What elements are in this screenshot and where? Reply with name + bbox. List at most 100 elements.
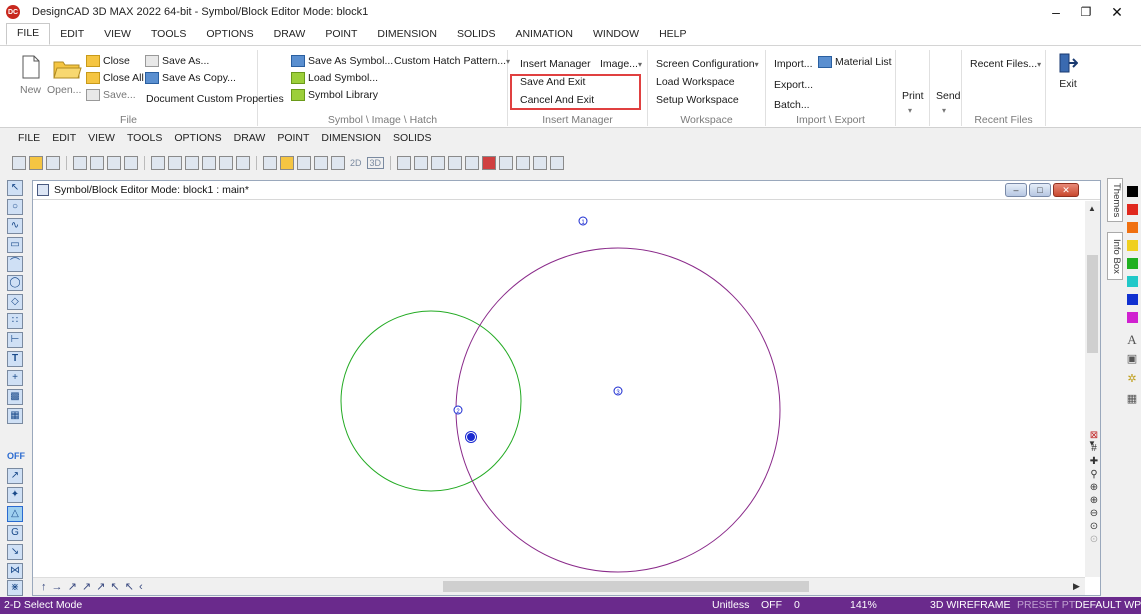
- text-tool-icon[interactable]: T: [7, 351, 23, 367]
- secondary-menu-draw[interactable]: DRAW: [228, 132, 272, 144]
- secondary-menu-file[interactable]: FILE: [12, 132, 46, 144]
- select-icon[interactable]: [297, 156, 311, 170]
- horizontal-scroll-thumb[interactable]: [443, 581, 809, 592]
- pause-icon[interactable]: [397, 156, 412, 170]
- layer-icon[interactable]: ▦: [1125, 392, 1139, 406]
- color-swatch-yellow[interactable]: [1127, 240, 1138, 251]
- select-arrow-icon[interactable]: [499, 156, 514, 170]
- select-tool-icon[interactable]: ↖: [7, 180, 23, 196]
- load-symbol-button[interactable]: Load Symbol...: [291, 72, 378, 84]
- status-render-mode[interactable]: 3D WIREFRAME: [930, 599, 1011, 611]
- setup-workspace-button[interactable]: Setup Workspace: [656, 94, 739, 106]
- exit-button[interactable]: Exit: [1058, 52, 1078, 90]
- image-button[interactable]: Image...: [600, 58, 642, 70]
- send-button[interactable]: Send: [936, 90, 961, 102]
- tab-file[interactable]: FILE: [6, 23, 51, 45]
- zoom-in-icon[interactable]: ⊕: [1085, 482, 1103, 494]
- close-view-icon[interactable]: ⊠: [1085, 430, 1103, 442]
- angle-snap-icon[interactable]: [465, 156, 480, 170]
- material-list-button[interactable]: Material List: [818, 56, 892, 68]
- wand-tool-icon[interactable]: ✦: [7, 487, 23, 503]
- secondary-menu-point[interactable]: POINT: [271, 132, 315, 144]
- tab-solids[interactable]: SOLIDS: [447, 25, 506, 45]
- secondary-menu-edit[interactable]: EDIT: [46, 132, 82, 144]
- zoom-window-icon[interactable]: ⊙: [1085, 521, 1103, 533]
- help-icon[interactable]: [550, 156, 565, 170]
- insert-manager-button[interactable]: Insert Manager: [520, 58, 591, 70]
- status-workplane[interactable]: DEFAULT WP: [1075, 599, 1141, 611]
- pan-icon[interactable]: ✚: [1085, 456, 1103, 468]
- doc-minimize-button[interactable]: –: [1005, 183, 1027, 197]
- secondary-menu-options[interactable]: OPTIONS: [168, 132, 227, 144]
- print-preview-icon[interactable]: [90, 156, 104, 170]
- tab-edit[interactable]: EDIT: [50, 25, 94, 45]
- pattern-icon[interactable]: ✲: [1125, 372, 1139, 386]
- status-snap[interactable]: OFF: [761, 599, 782, 611]
- circle-tool-icon[interactable]: ◯: [7, 275, 23, 291]
- zoom-out-icon[interactable]: ⊖: [1085, 508, 1103, 520]
- off-toggle[interactable]: OFF: [7, 449, 25, 465]
- copy-icon[interactable]: [168, 156, 182, 170]
- grid-icon[interactable]: [414, 156, 429, 170]
- new-label[interactable]: New: [20, 84, 41, 96]
- save-button[interactable]: Save...: [86, 89, 136, 101]
- draw-icon[interactable]: [280, 156, 294, 170]
- color-swatch-red[interactable]: [1127, 204, 1138, 215]
- doc-restore-button[interactable]: □: [1029, 183, 1051, 197]
- redo-icon[interactable]: [236, 156, 250, 170]
- symbol-library-button[interactable]: Symbol Library: [291, 89, 378, 101]
- status-units[interactable]: Unitless: [712, 599, 749, 611]
- purple-circle[interactable]: [455, 247, 781, 573]
- tab-view[interactable]: VIEW: [94, 25, 141, 45]
- box-tool-icon[interactable]: ▭: [7, 237, 23, 253]
- ortho-icon[interactable]: [431, 156, 446, 170]
- grid-snap-icon[interactable]: ⋇: [7, 580, 23, 596]
- 3d-button[interactable]: 3D: [366, 157, 385, 169]
- 2d-button[interactable]: 2D: [348, 158, 364, 168]
- window-icon[interactable]: [516, 156, 531, 170]
- zoom-previous-icon[interactable]: ⊙: [1085, 534, 1103, 546]
- zoom-icon[interactable]: ⚲: [1085, 469, 1103, 481]
- load-workspace-button[interactable]: Load Workspace: [656, 76, 735, 88]
- open-folder-icon[interactable]: [29, 156, 43, 170]
- vertical-scroll-thumb[interactable]: [1087, 255, 1098, 353]
- grid-view-icon[interactable]: #: [1085, 443, 1103, 455]
- screen-configuration-button[interactable]: Screen Configuration: [656, 58, 759, 70]
- secondary-menu-solids[interactable]: SOLIDS: [387, 132, 438, 144]
- hatch-tool-icon[interactable]: ▦: [7, 408, 23, 424]
- polygon-tool-icon[interactable]: ◇: [7, 294, 23, 310]
- close-file-button[interactable]: Close: [86, 55, 130, 67]
- dimension-tool-icon[interactable]: ⊢: [7, 332, 23, 348]
- recent-files-button[interactable]: Recent Files...: [970, 58, 1041, 70]
- info-box-tab[interactable]: Info Box: [1107, 232, 1123, 280]
- print-icon[interactable]: [73, 156, 87, 170]
- print-button[interactable]: Print: [902, 90, 924, 102]
- color-swatch-cyan[interactable]: [1127, 276, 1138, 287]
- save-icon[interactable]: [46, 156, 60, 170]
- pointer-tool-icon[interactable]: ↗: [7, 468, 23, 484]
- view-icon[interactable]: [331, 156, 345, 170]
- tab-draw[interactable]: DRAW: [264, 25, 316, 45]
- layers-icon[interactable]: [314, 156, 328, 170]
- array-tool-icon[interactable]: ∷: [7, 313, 23, 329]
- new-file-icon[interactable]: [12, 156, 26, 170]
- minimize-button[interactable]: –: [1042, 0, 1070, 24]
- selected-point-marker[interactable]: [467, 433, 475, 441]
- crosshair-tool-icon[interactable]: +: [7, 370, 23, 386]
- save-as-symbol-button[interactable]: Save As Symbol...: [291, 55, 393, 67]
- line-style-icon[interactable]: ▣: [1125, 352, 1139, 366]
- export-button[interactable]: Export...: [774, 79, 813, 91]
- close-button[interactable]: ✕: [1103, 0, 1131, 24]
- snap-points-icon[interactable]: ⋈: [7, 563, 23, 579]
- secondary-menu-dimension[interactable]: DIMENSION: [315, 132, 387, 144]
- send-dropdown-icon[interactable]: ▾: [942, 106, 946, 115]
- triangle-tool-icon[interactable]: △: [7, 506, 23, 522]
- open-label[interactable]: Open...: [47, 84, 81, 96]
- color-swatch-black[interactable]: [1127, 186, 1138, 197]
- dots-grid-icon[interactable]: [482, 156, 497, 170]
- drawing-canvas[interactable]: 1 2 3: [33, 201, 1085, 577]
- block-tool-icon[interactable]: ▩: [7, 389, 23, 405]
- status-layer[interactable]: 0: [794, 599, 800, 611]
- color-swatch-orange[interactable]: [1127, 222, 1138, 233]
- cut-icon[interactable]: [151, 156, 165, 170]
